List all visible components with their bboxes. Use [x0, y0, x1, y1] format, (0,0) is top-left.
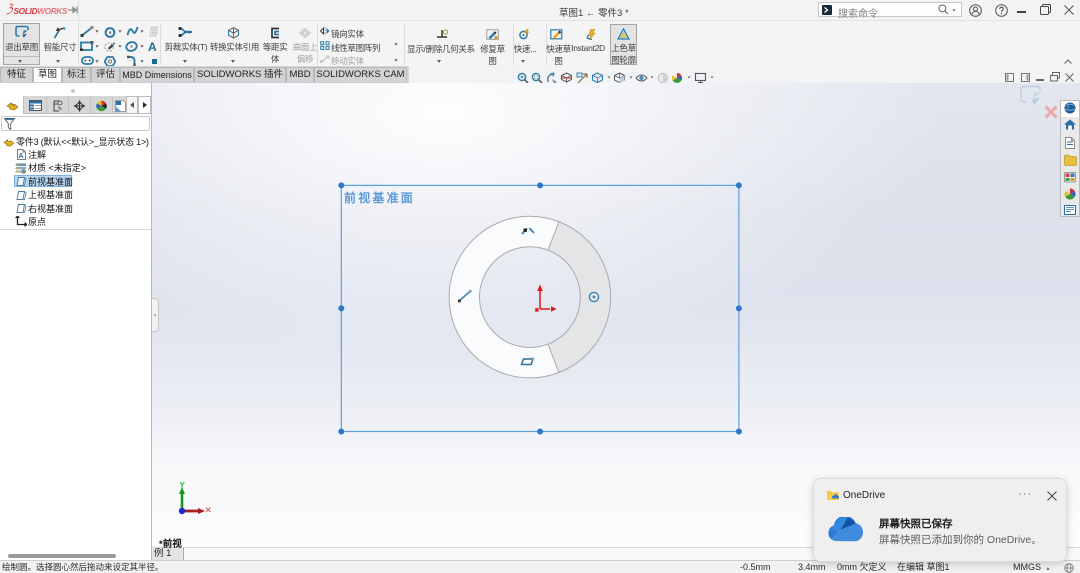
svg-text:SOLIDWORKS: SOLIDWORKS — [14, 6, 68, 16]
svg-text:A: A — [18, 151, 24, 160]
